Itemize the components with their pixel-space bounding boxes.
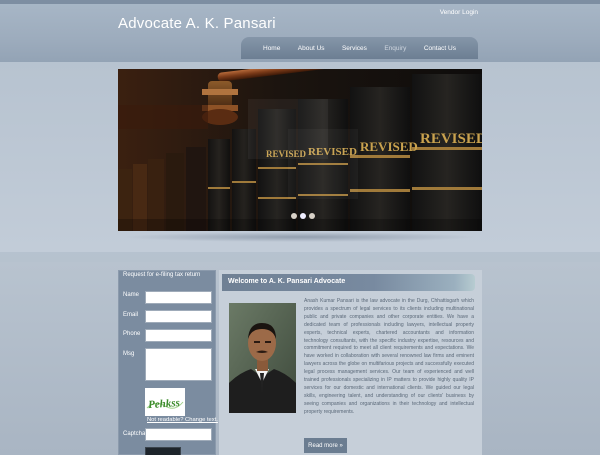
- name-input[interactable]: [145, 291, 212, 304]
- slider-dots: [291, 213, 315, 219]
- nav-home[interactable]: Home: [263, 45, 280, 52]
- name-label: Name: [123, 292, 140, 298]
- nav-enquiry[interactable]: Enquiry: [384, 45, 406, 52]
- form-title: Request for e-filing tax return: [123, 272, 201, 278]
- nav-services[interactable]: Services: [342, 45, 367, 52]
- captcha-image: Pehkss: [145, 388, 185, 416]
- captcha-input[interactable]: [145, 428, 212, 441]
- nav-about-us[interactable]: About Us: [298, 45, 325, 52]
- welcome-header: Welcome to A. K. Pansari Advocate: [222, 274, 475, 291]
- law-books-gavel-image: REVISED REVISED REVISED REVISED: [118, 69, 482, 231]
- read-more-button[interactable]: Read more »: [304, 438, 347, 453]
- main-nav: Home About Us Services Enquiry Contact U…: [241, 37, 478, 59]
- hero-slider: REVISED REVISED REVISED REVISED: [118, 69, 482, 231]
- advocate-photo: [229, 303, 296, 413]
- book-spine-text: REVISED: [360, 139, 418, 154]
- phone-input[interactable]: [145, 329, 212, 342]
- phone-label: Phone: [123, 331, 141, 337]
- book-spine-text: REVISED: [420, 131, 482, 147]
- slider-dot-1[interactable]: [291, 213, 297, 219]
- nav-contact-us[interactable]: Contact Us: [424, 45, 456, 52]
- welcome-description: Anash Kumar Pansari is the law advocate …: [304, 298, 474, 415]
- vendor-login-link[interactable]: Vendor Login: [440, 9, 478, 16]
- msg-label: Msg: [123, 351, 135, 357]
- slider-shadow: [122, 232, 478, 242]
- captcha-text: Pehkss: [148, 397, 181, 411]
- email-input[interactable]: [145, 310, 212, 323]
- email-label: Email: [123, 312, 139, 318]
- captcha-label: Captcha: [123, 431, 146, 437]
- slider-dot-2[interactable]: [300, 213, 306, 219]
- message-textarea[interactable]: [145, 348, 212, 381]
- submit-button[interactable]: [145, 447, 181, 455]
- slider-dot-3[interactable]: [309, 213, 315, 219]
- change-captcha-link[interactable]: Not readable? Change text.: [147, 417, 218, 423]
- site-title: Advocate A. K. Pansari: [118, 15, 276, 32]
